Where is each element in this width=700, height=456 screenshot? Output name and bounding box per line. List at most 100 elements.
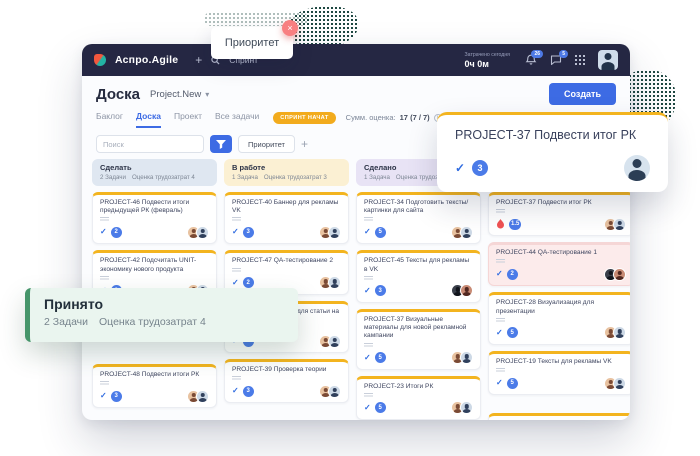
assignee-avatars (608, 326, 626, 339)
task-card-title: PROJECT-39 Проверка теории (232, 366, 341, 374)
task-card-PROJECT-37[interactable]: PROJECT-37 Визуальные материалы для ново… (356, 309, 481, 370)
avatar (196, 390, 209, 403)
task-estimate-badge: 5 (375, 402, 386, 413)
task-card-footer: ✓5 (496, 377, 626, 389)
task-card-PROJECT-34[interactable]: PROJECT-34 Подготовить тексты/картинки д… (356, 192, 481, 244)
checkmark-icon: ✓ (232, 228, 239, 236)
checkmark-icon: ✓ (496, 379, 503, 387)
score-value: 17 (7 / 7) (400, 113, 430, 122)
task-card-PROJECT-16[interactable]: PROJECT-16 Подвести итоги РК✓5 (488, 413, 630, 420)
description-icon (100, 381, 109, 386)
task-card-title: PROJECT-37 Подвести итог РК (496, 199, 626, 207)
create-button[interactable]: Создать (549, 83, 616, 105)
task-estimate-badge: 5 (375, 352, 386, 363)
task-card-PROJECT-46[interactable]: PROJECT-46 Подвести итоги предыдущей РК … (92, 192, 217, 244)
accepted-count: 2 Задачи (44, 316, 88, 328)
funnel-icon (216, 140, 226, 149)
task-card-footer: ✓5 (364, 352, 473, 364)
task-card-title: PROJECT-19 Тексты для рекламы VK (496, 358, 626, 366)
tooltip-close-button[interactable]: × (282, 20, 298, 36)
task-estimate-badge: 3 (243, 386, 254, 397)
description-icon (496, 259, 505, 264)
task-card-footer: ✓3 (100, 390, 209, 402)
priority-tooltip: Приоритет (211, 27, 293, 59)
add-filter-button[interactable]: + (301, 138, 308, 150)
task-card-PROJECT-37[interactable]: PROJECT-37 Подвести итог РК1.5 (488, 192, 630, 236)
column-task-count: 1 Задача (364, 174, 390, 181)
avatar (613, 326, 626, 339)
tab-Доска[interactable]: Доска (136, 111, 161, 128)
column-title: В работе (232, 163, 341, 172)
task-card-title: PROJECT-37 Визуальные материалы для ново… (364, 316, 473, 341)
assignee-avatars (191, 226, 209, 239)
messages-button[interactable]: 5 (550, 54, 562, 66)
task-estimate-badge: 2 (243, 277, 254, 288)
time-tracker-value: 0ч 0м (465, 59, 510, 69)
kanban-column-В работе: В работе 1 ЗадачаОценка трудозатрат 3 PROJ… (224, 159, 349, 403)
accepted-title: Принято (44, 296, 284, 312)
task-estimate-badge: 5 (507, 378, 518, 389)
add-icon[interactable]: + (195, 54, 202, 66)
notifications-button[interactable]: 26 (525, 54, 537, 66)
assignee-avatars (191, 390, 209, 403)
description-icon (364, 217, 373, 222)
checkmark-icon: ✓ (455, 161, 465, 175)
task-card-PROJECT-23[interactable]: PROJECT-23 Итоги РК✓5 (356, 376, 481, 420)
app-window: Аспро.Agile + Спринт Затрачено сегодня 0… (82, 44, 630, 420)
task-card-PROJECT-44[interactable]: PROJECT-44 QA-тестирование 1✓2 (488, 242, 630, 286)
description-icon (364, 276, 373, 281)
avatar (328, 385, 341, 398)
task-card-title: PROJECT-45 Тексты для рекламы в VK (364, 257, 473, 273)
task-card-title: PROJECT-34 Подготовить тексты/картинки д… (364, 199, 473, 215)
assignee-avatars (323, 276, 341, 289)
search-input[interactable] (96, 135, 204, 153)
task-card-PROJECT-39[interactable]: PROJECT-39 Проверка теории ✓ 3 (224, 359, 349, 403)
kanban-column-Сделано: Сделано1 ЗадачаОценка трудозатрат 6PROJE… (356, 159, 481, 420)
board-header: Доска Project.New ▾ Создать (82, 76, 630, 105)
task-card-footer: ✓5 (364, 226, 473, 238)
tab-Проект[interactable]: Проект (174, 111, 202, 128)
column-header[interactable]: В работе 1 ЗадачаОценка трудозатрат 3 (224, 159, 349, 186)
apps-grid-icon[interactable] (575, 55, 585, 65)
checkmark-icon: ✓ (364, 228, 371, 236)
tab-Все задачи[interactable]: Все задачи (215, 111, 259, 128)
task-card-footer: ✓2 (100, 226, 209, 238)
description-icon (100, 276, 109, 281)
messages-badge: 5 (559, 50, 568, 58)
checkmark-icon: ✓ (232, 387, 239, 395)
task-card-PROJECT-48[interactable]: PROJECT-48 Подвести итоги РК✓3 (92, 364, 217, 408)
column-meta: 1 ЗадачаОценка трудозатрат 3 (232, 174, 341, 181)
task-card-PROJECT-40[interactable]: PROJECT-40 Баннер для рекламы VK✓3 (224, 192, 349, 244)
description-icon (232, 268, 241, 273)
time-tracker-label: Затрачено сегодня (465, 52, 510, 58)
description-icon (232, 376, 241, 381)
checkmark-icon: ✓ (364, 354, 371, 362)
accepted-effort: Оценка трудозатрат 4 (99, 316, 206, 328)
column-header[interactable]: Сделать 2 Задачи Оценка трудозатрат 4 (92, 159, 217, 186)
card-preview-popup[interactable]: PROJECT-37 Подвести итог РК ✓ 3 (437, 112, 668, 192)
task-card-PROJECT-45[interactable]: PROJECT-45 Тексты для рекламы в VK✓3 (356, 250, 481, 302)
brand-name: Аспро.Agile (115, 54, 178, 66)
task-card-PROJECT-28[interactable]: PROJECT-28 Визуализация для презентации✓… (488, 292, 630, 344)
column-title: Сделать (100, 163, 209, 172)
column-task-count: 2 Задачи (100, 174, 126, 181)
time-tracker[interactable]: Затрачено сегодня 0ч 0м (465, 52, 510, 69)
project-selector[interactable]: Project.New ▾ (150, 89, 209, 100)
accepted-column-callout: Принято 2 Задачи Оценка трудозатрат 4 (25, 288, 298, 342)
checkmark-icon: ✓ (364, 287, 371, 295)
task-estimate-badge: 3 (111, 391, 122, 402)
avatar (328, 335, 341, 348)
filter-button[interactable] (210, 135, 232, 153)
popup-card-footer: ✓ 3 (455, 155, 650, 181)
priority-filter-chip[interactable]: Приоритет (238, 135, 295, 153)
task-card-title: PROJECT-28 Визуализация для презентации (496, 299, 626, 315)
chevron-down-icon: ▾ (205, 90, 209, 99)
checkmark-icon: ✓ (364, 404, 371, 412)
tab-Баклог[interactable]: Баклог (96, 111, 123, 128)
user-avatar[interactable] (598, 50, 618, 70)
popup-card-badge: 3 (472, 160, 488, 176)
checkmark-icon: ✓ (232, 279, 239, 287)
column-effort: Оценка трудозатрат 4 (132, 174, 195, 181)
brand-logo-icon (94, 54, 106, 66)
task-card-PROJECT-19[interactable]: PROJECT-19 Тексты для рекламы VK✓5 (488, 351, 630, 395)
